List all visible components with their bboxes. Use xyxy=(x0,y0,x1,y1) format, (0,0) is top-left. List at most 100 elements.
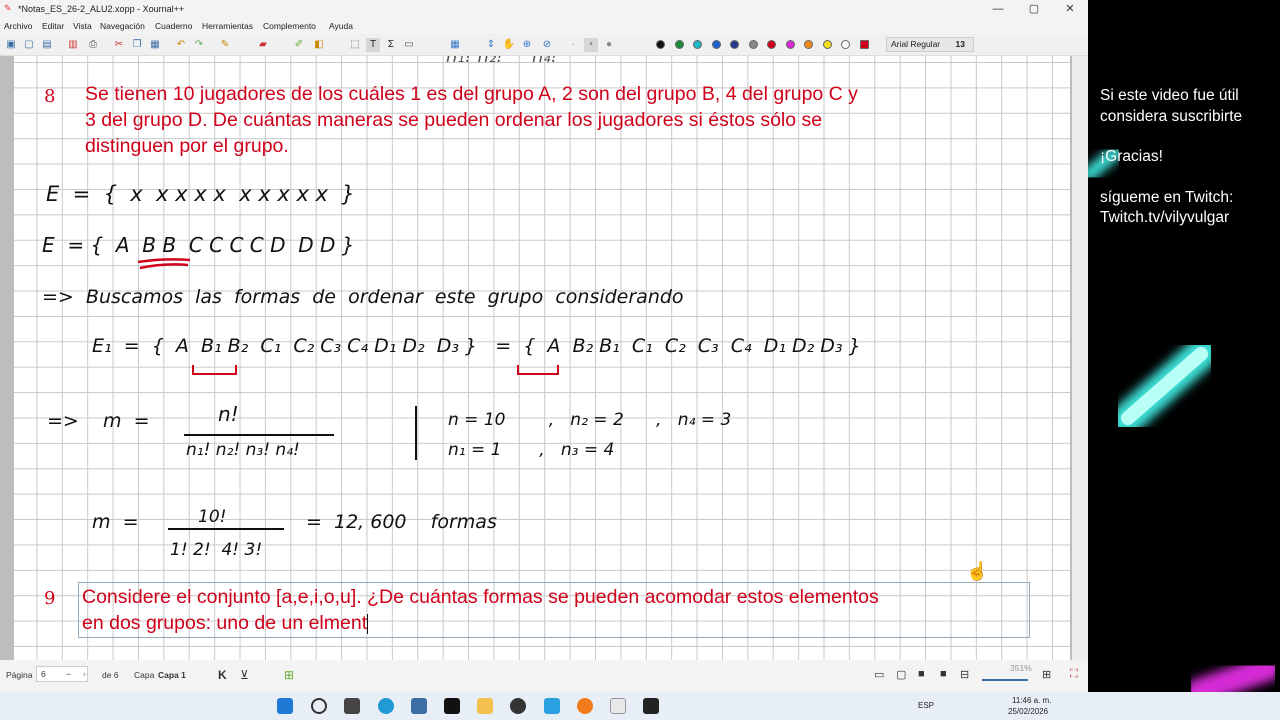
link-icon[interactable]: ⊘ xyxy=(540,38,554,52)
presentation-icon[interactable]: ▢ xyxy=(896,668,906,681)
xournal-taskbar-icon[interactable] xyxy=(610,698,626,714)
copy-icon[interactable]: ❐ xyxy=(130,38,144,52)
pen-color-swatch[interactable] xyxy=(656,40,665,49)
selection-icon[interactable]: ⬚ xyxy=(348,38,362,52)
github-icon[interactable] xyxy=(510,698,526,714)
zoom-slider[interactable] xyxy=(982,679,1028,681)
menu-vista[interactable]: Vista xyxy=(73,21,92,31)
menu-ayuda[interactable]: Ayuda xyxy=(329,21,353,31)
clock-time[interactable]: 11:46 a. m. xyxy=(1012,696,1051,705)
menu-cuaderno[interactable]: Cuaderno xyxy=(155,21,192,31)
hw-search-line: => Buscamos las formas de ordenar este g… xyxy=(42,286,684,308)
pen-color-swatch[interactable] xyxy=(841,40,850,49)
menu-editar[interactable]: Editar xyxy=(42,21,64,31)
hw-m2-numerator: 10! xyxy=(198,507,227,527)
export-pdf-icon[interactable]: ▥ xyxy=(66,38,80,52)
menu-herramientas[interactable]: Herramientas xyxy=(202,21,253,31)
insert-page-icon[interactable]: ⊞ xyxy=(284,668,294,682)
close-button[interactable]: ✕ xyxy=(1052,0,1088,18)
cut-icon[interactable]: ✂ xyxy=(112,38,126,52)
zoom-fit-icon[interactable]: ■ xyxy=(918,668,925,680)
text-caret xyxy=(367,613,369,634)
pen-color-swatch[interactable] xyxy=(730,40,739,49)
vertical-scrollbar[interactable] xyxy=(1072,56,1088,660)
hand-icon[interactable]: ✋ xyxy=(502,38,516,52)
pen-color-swatch[interactable] xyxy=(785,40,795,49)
zoom-out-icon[interactable]: ⊟ xyxy=(960,668,969,681)
pen-color-swatch[interactable] xyxy=(767,40,776,49)
python-icon[interactable] xyxy=(544,698,560,714)
menu-navegacion[interactable]: Navegación xyxy=(100,21,145,31)
new-doc-icon[interactable]: ▢ xyxy=(22,38,36,52)
paste-icon[interactable]: ▦ xyxy=(148,38,162,52)
hw-result: = 12, 600 formas xyxy=(306,511,497,533)
font-size: 13 xyxy=(955,39,965,49)
problem8-line2: 3 del grupo D. De cuántas maneras se pue… xyxy=(85,109,823,131)
task-view-icon[interactable] xyxy=(344,698,360,714)
vertical-space-icon[interactable]: ⇕ xyxy=(484,38,498,52)
page-decrement-button[interactable]: − xyxy=(66,669,71,679)
layout-icon[interactable]: ▭ xyxy=(874,668,884,681)
pen-icon[interactable]: ✎ xyxy=(218,38,232,52)
edge-icon[interactable] xyxy=(378,698,394,714)
sidebar-line5: Twitch.tv/vilyvulgar xyxy=(1100,209,1230,226)
thin-dot-icon[interactable]: · xyxy=(566,38,580,52)
search-icon[interactable] xyxy=(311,698,327,714)
image-icon[interactable]: ◧ xyxy=(312,38,326,52)
fullscreen-icon[interactable]: ⛶ xyxy=(1070,668,1078,681)
medium-dot-icon[interactable]: • xyxy=(584,38,598,52)
pen-color-swatch[interactable] xyxy=(748,40,758,49)
pen-color-swatch[interactable] xyxy=(859,40,869,49)
page-input[interactable]: 6 xyxy=(36,666,88,682)
page-increment-button[interactable]: + xyxy=(82,669,87,679)
shape-icon[interactable]: ▭ xyxy=(402,38,416,52)
window-title: *Notas_ES_26-2_ALU2.xopp - Xournal++ xyxy=(18,4,185,14)
store-icon[interactable] xyxy=(411,698,427,714)
zoom-icon[interactable]: ⊕ xyxy=(520,38,534,52)
thick-dot-icon[interactable]: ● xyxy=(602,38,616,52)
save-icon[interactable]: ▣ xyxy=(4,38,18,52)
text-tool-icon[interactable]: T xyxy=(366,38,380,52)
clock-date[interactable]: 25/02/2026 xyxy=(1008,707,1048,716)
font-selector[interactable]: Arial Regular 13 xyxy=(886,37,974,52)
previous-content-fragment: n₁! n₂! n₄! xyxy=(446,56,558,67)
notion-icon[interactable] xyxy=(444,698,460,714)
layer-select[interactable]: Capa 1 xyxy=(158,670,186,680)
pen-color-swatch[interactable] xyxy=(822,40,832,49)
last-page-icon[interactable]: ⊻ xyxy=(240,668,249,682)
open-icon[interactable]: ▤ xyxy=(40,38,54,52)
latex-icon[interactable]: Σ xyxy=(384,38,398,52)
language-indicator[interactable]: ESP xyxy=(918,701,934,710)
app-icon: ✎ xyxy=(4,3,12,13)
document-canvas[interactable]: n₁! n₂! n₄! 8 Se tienen 10 jugadores de … xyxy=(0,56,1088,660)
fraction-bar-1 xyxy=(184,434,334,436)
minimize-button[interactable]: — xyxy=(980,0,1016,18)
undo-icon[interactable]: ↶ xyxy=(174,38,188,52)
pen-color-swatch[interactable] xyxy=(804,40,813,49)
hw-m-denominator: n₁! n₂! n₃! n₄! xyxy=(186,440,300,460)
grid-page[interactable]: n₁! n₂! n₄! 8 Se tienen 10 jugadores de … xyxy=(14,56,1070,660)
redo-icon[interactable]: ↷ xyxy=(192,38,206,52)
pen-color-swatch[interactable] xyxy=(674,40,684,49)
maximize-button[interactable]: ▢ xyxy=(1016,0,1052,18)
start-icon[interactable] xyxy=(277,698,293,714)
menu-complemento[interactable]: Complemento xyxy=(263,21,316,31)
highlighter-icon[interactable]: ✐ xyxy=(292,38,306,52)
pen-color-swatch[interactable] xyxy=(693,40,702,49)
eraser-icon[interactable]: ▰ xyxy=(256,38,270,52)
pen-color-swatch[interactable] xyxy=(711,40,721,49)
hw-e1-line: E₁ = { A B₁ B₂ C₁ C₂ C₃ C₄ D₁ D₂ D₃ } = … xyxy=(92,335,861,357)
file-explorer-icon[interactable] xyxy=(477,698,493,714)
problem9-text[interactable]: Considere el conjunto [a,e,i,o,u]. ¿De c… xyxy=(82,584,879,636)
video-sidebar: Si este video fue útil considera suscrib… xyxy=(1088,0,1280,692)
firefox-icon[interactable] xyxy=(577,698,593,714)
zoom-page-icon[interactable]: ■ xyxy=(940,668,947,680)
print-icon[interactable]: ⎙ xyxy=(86,38,100,52)
grid-icon[interactable]: ▦ xyxy=(448,38,462,52)
first-page-icon[interactable]: K xyxy=(218,668,227,682)
zoom-in-icon[interactable]: ⊞ xyxy=(1042,668,1051,681)
vertical-divider xyxy=(415,406,417,460)
windows-taskbar: ESP 11:46 a. m. 25/02/2026 xyxy=(0,692,1280,720)
menu-archivo[interactable]: Archivo xyxy=(4,21,32,31)
terminal-icon[interactable] xyxy=(643,698,659,714)
